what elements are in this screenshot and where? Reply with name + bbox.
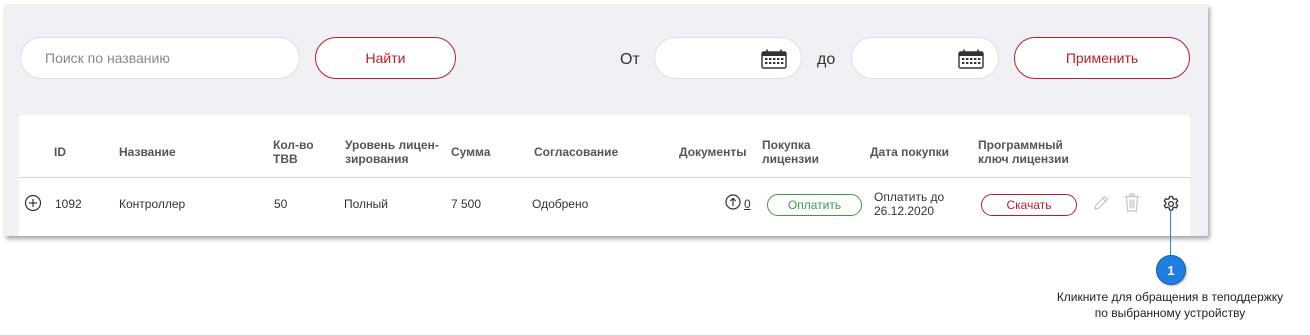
documents-count-link[interactable]: 0 — [744, 197, 751, 211]
calendar-icon[interactable] — [761, 49, 787, 69]
column-header-level[interactable]: Уровень лицен-зирования — [345, 138, 439, 166]
cell-name: Контроллер — [119, 197, 186, 211]
cell-approval: Одобрено — [532, 197, 589, 211]
pay-button[interactable]: Оплатить — [767, 194, 862, 216]
callout-badge: 1 — [1156, 255, 1186, 285]
cell-id: 1092 — [55, 197, 82, 211]
find-button[interactable]: Найти — [315, 37, 456, 79]
column-header-sum[interactable]: Сумма — [451, 145, 490, 159]
cell-purchase-date: Оплатить до 26.12.2020 — [874, 190, 945, 218]
callout-description: Кликните для обращения в теподдержку по … — [1056, 290, 1284, 320]
column-header-license-key[interactable]: Программный ключ лицензии — [978, 138, 1069, 166]
expand-plus-icon[interactable] — [24, 194, 42, 212]
column-header-id[interactable]: ID — [54, 145, 66, 159]
date-to-field[interactable] — [851, 37, 999, 79]
gear-icon[interactable] — [1162, 195, 1180, 213]
column-header-approval[interactable]: Согласование — [534, 145, 618, 159]
pencil-edit-icon[interactable] — [1092, 194, 1110, 212]
column-header-count[interactable]: Кол-во ТВВ — [273, 138, 314, 166]
upload-document-icon[interactable] — [725, 194, 741, 210]
column-header-documents[interactable]: Документы — [679, 145, 746, 159]
header-divider — [19, 177, 1190, 178]
date-from-field[interactable] — [654, 37, 802, 79]
cell-count: 50 — [274, 197, 288, 211]
download-key-button[interactable]: Скачать — [981, 194, 1077, 216]
callout-pointer-line — [1170, 210, 1171, 258]
apply-button[interactable]: Применить — [1014, 37, 1190, 79]
cell-sum: 7 500 — [451, 197, 482, 211]
date-to-label: до — [817, 51, 836, 68]
column-header-name[interactable]: Название — [119, 145, 176, 159]
filter-panel: Найти От до Применить ID — [4, 4, 1208, 236]
column-header-purchase-date[interactable]: Дата покупки — [870, 145, 949, 159]
date-from-label: От — [620, 51, 640, 68]
cell-level: Полный — [344, 197, 388, 211]
search-input[interactable] — [20, 37, 300, 79]
column-header-purchase[interactable]: Покупка лицензии — [762, 138, 819, 166]
calendar-icon[interactable] — [958, 49, 984, 69]
license-table: ID Название Кол-во ТВВ Уровень лицен-зиро… — [19, 115, 1190, 236]
trash-delete-icon[interactable] — [1124, 193, 1140, 212]
